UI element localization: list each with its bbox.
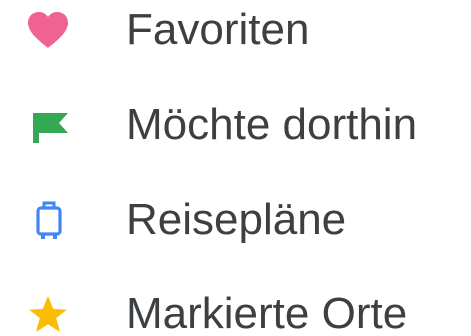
list-item-reiseplaene[interactable]: Reisepläne <box>0 190 471 250</box>
saved-lists: Favoriten Möchte dorthin Reisepläne Mark… <box>0 0 471 336</box>
list-item-label: Reisepläne <box>126 195 347 244</box>
list-item-label: Favoriten <box>126 5 310 54</box>
flag-icon <box>23 105 73 145</box>
heart-icon <box>23 10 73 50</box>
list-item-moechte-dorthin[interactable]: Möchte dorthin <box>0 95 471 155</box>
suitcase-icon <box>23 200 73 240</box>
list-item-markierte-orte[interactable]: Markierte Orte <box>0 284 471 336</box>
list-item-label: Markierte Orte <box>126 289 408 336</box>
star-icon <box>23 294 73 334</box>
list-item-favoriten[interactable]: Favoriten <box>0 0 471 60</box>
list-item-label: Möchte dorthin <box>126 100 418 149</box>
